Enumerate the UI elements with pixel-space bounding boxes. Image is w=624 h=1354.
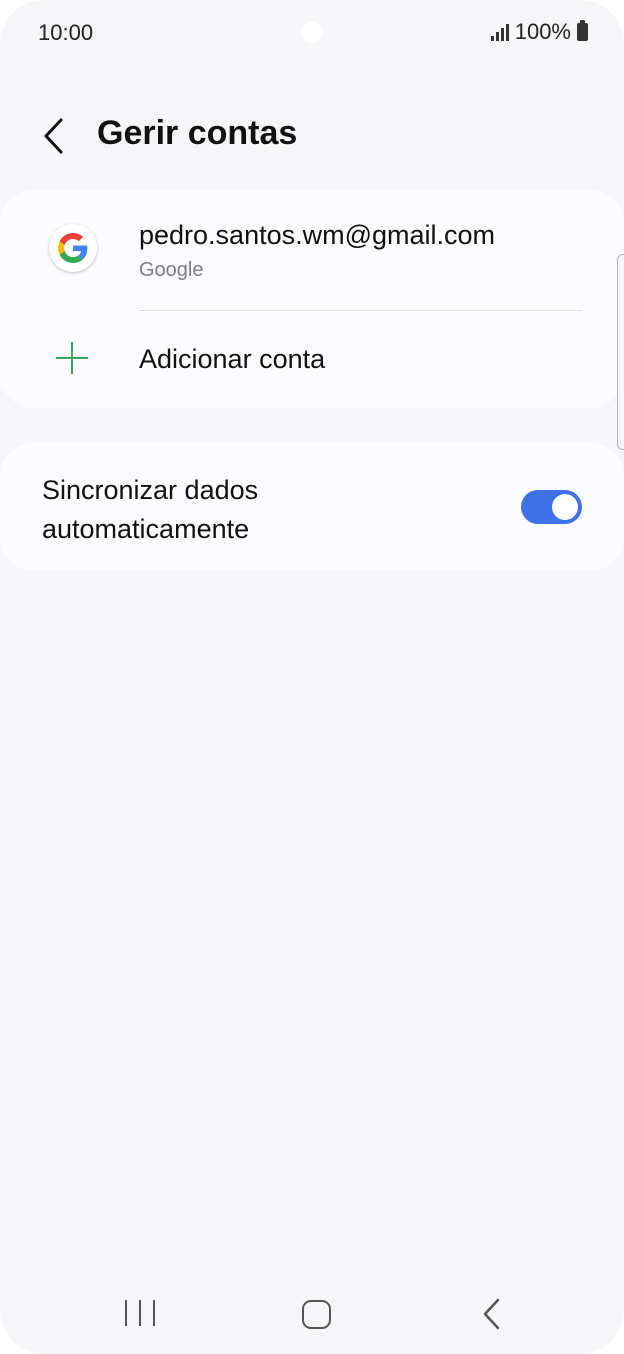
edge-panel-handle[interactable] [617, 254, 624, 450]
accounts-card: pedro.santos.wm@gmail.com Google Adicion… [0, 190, 624, 408]
account-item-google[interactable]: pedro.santos.wm@gmail.com Google [0, 190, 624, 310]
back-button[interactable] [30, 112, 78, 160]
status-indicators: 100% [490, 19, 588, 45]
google-icon [49, 224, 97, 272]
home-button[interactable] [302, 1300, 331, 1329]
add-account-label: Adicionar conta [139, 344, 326, 374]
nav-back-button[interactable] [478, 1297, 506, 1331]
auto-sync-toggle[interactable] [521, 490, 582, 524]
battery-percentage: 100% [514, 19, 571, 44]
recents-button[interactable] [125, 1300, 155, 1328]
camera-cutout [301, 22, 323, 44]
auto-sync-label: Sincronizar dados automaticamente [42, 475, 259, 544]
status-time: 10:00 [38, 20, 94, 45]
navigation-bar [0, 1280, 624, 1350]
back-icon [483, 1298, 500, 1330]
screen: 10:00 100% Gerir contas pedro.santos.wm@… [0, 0, 624, 1354]
app-header: Gerir contas [0, 100, 624, 170]
account-type: Google [139, 259, 204, 281]
chevron-left-icon [44, 118, 63, 154]
status-bar: 10:00 100% [0, 0, 624, 64]
signal-icon [490, 23, 509, 41]
sync-card: Sincronizar dados automaticamente [0, 443, 624, 571]
page-title: Gerir contas [97, 114, 298, 152]
divider [139, 310, 582, 311]
recents-icon [125, 1300, 127, 1326]
battery-icon [577, 20, 588, 41]
plus-icon [56, 342, 88, 374]
add-account-button[interactable]: Adicionar conta [0, 312, 624, 408]
toggle-knob [552, 494, 578, 520]
account-email: pedro.santos.wm@gmail.com [139, 220, 496, 250]
